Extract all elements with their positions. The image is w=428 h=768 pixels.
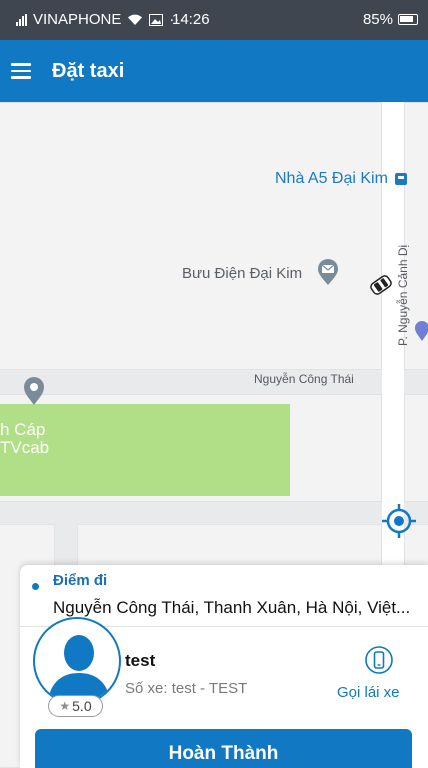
my-location-icon[interactable] bbox=[378, 500, 420, 542]
pickup-address[interactable]: Nguyễn Công Thái, Thanh Xuân, Hà Nội, Vi… bbox=[53, 598, 425, 618]
driver-plate: Số xe: test - TEST bbox=[125, 680, 248, 697]
finish-button[interactable]: Hoàn Thành bbox=[35, 729, 412, 768]
map-pin-icon bbox=[24, 377, 44, 405]
carrier-name: VINAPHONE bbox=[33, 11, 122, 28]
pickup-dot-icon bbox=[32, 583, 39, 590]
taxi-car-icon bbox=[370, 275, 392, 295]
poi-label-cable-line1: h Cáp bbox=[0, 420, 46, 439]
map-block bbox=[404, 394, 428, 502]
battery-icon bbox=[398, 14, 418, 25]
rating-badge: ★ 5.0 bbox=[48, 695, 103, 717]
map-block bbox=[0, 102, 382, 370]
wifi-icon bbox=[128, 14, 143, 25]
star-icon: ★ bbox=[59, 699, 71, 713]
poi-label-building: Nhà A5 Đại Kim bbox=[275, 170, 388, 187]
hamburger-menu-icon[interactable] bbox=[0, 40, 56, 102]
rating-value: 5.0 bbox=[72, 698, 92, 714]
purple-pin-icon bbox=[415, 321, 428, 341]
street-label-nguyen-canh-di: P. Nguyễn Cảnh Dị bbox=[396, 244, 410, 346]
app-bar: Đặt taxi bbox=[0, 40, 428, 102]
signal-icon bbox=[16, 13, 27, 26]
trip-sheet: Điểm đi Nguyễn Công Thái, Thanh Xuân, Hà… bbox=[20, 565, 428, 768]
driver-name: test bbox=[125, 651, 156, 670]
image-icon bbox=[149, 13, 164, 26]
battery-percent: 85% bbox=[362, 11, 393, 28]
pickup-label: Điểm đi bbox=[53, 572, 108, 589]
poi-label-cable-line2: TVcab bbox=[0, 438, 50, 457]
call-driver-button[interactable]: Gọi lái xe bbox=[337, 684, 400, 701]
status-left: VINAPHONE ··· bbox=[16, 11, 184, 28]
phone-icon[interactable] bbox=[365, 645, 393, 675]
status-bar: VINAPHONE ··· 14:26 85% bbox=[0, 0, 428, 40]
building-icon bbox=[395, 173, 407, 185]
person-icon bbox=[47, 635, 111, 703]
poi-label-post-office: Bưu Điện Đại Kim bbox=[182, 265, 303, 282]
driver-avatar bbox=[33, 617, 121, 705]
clock: 14:26 bbox=[172, 11, 210, 28]
page-title: Đặt taxi bbox=[52, 59, 125, 82]
mail-pin-icon bbox=[318, 259, 338, 285]
street-label-nguyen-cong-thai: Nguyễn Công Thái bbox=[254, 372, 354, 386]
status-right: 85% bbox=[363, 11, 418, 28]
